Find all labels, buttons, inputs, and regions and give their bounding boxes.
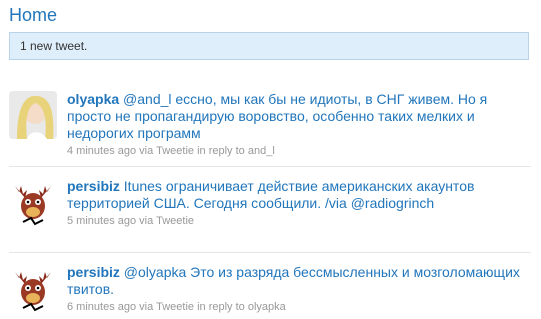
tweet-mention[interactable]: @radiogrinch: [351, 195, 434, 211]
tweet-timestamp[interactable]: 5 minutes ago: [67, 215, 136, 227]
tweet-username[interactable]: persibiz: [67, 178, 120, 194]
avatar[interactable]: [9, 178, 57, 226]
tweet-item: olyapka @and_l ессно, мы как бы не идиот…: [9, 91, 531, 167]
tweet-timestamp[interactable]: 4 minutes ago: [67, 145, 136, 157]
tweet-source[interactable]: Tweetie: [156, 145, 194, 157]
tweet-item: persibiz Itunes ограничивает действие ам…: [9, 178, 531, 253]
tweet-mention[interactable]: @olyapka: [124, 264, 186, 280]
tweet-username[interactable]: olyapka: [67, 91, 119, 107]
tweet-source[interactable]: Tweetie: [156, 215, 194, 227]
tweet-meta: 4 minutes ago via Tweetie in reply to an…: [67, 144, 531, 158]
via-label: via: [139, 301, 154, 313]
tweet-source[interactable]: Tweetie: [156, 301, 194, 313]
new-tweets-notice[interactable]: 1 new tweet.: [9, 32, 529, 60]
reply-label: in reply to: [197, 145, 245, 157]
tweet-body: persibiz Itunes ограничивает действие ам…: [67, 178, 531, 228]
tweet-meta: 5 minutes ago via Tweetie: [67, 214, 531, 228]
page-title: Home: [9, 5, 58, 25]
tweet-meta: 6 minutes ago via Tweetie in reply to ol…: [67, 300, 531, 314]
via-label: via: [139, 215, 154, 227]
tweet-reply-to[interactable]: olyapka: [248, 301, 286, 313]
tweet-username[interactable]: persibiz: [67, 264, 120, 280]
avatar[interactable]: [9, 91, 57, 139]
tweet-body: persibiz @olyapka Это из разряда бессмыс…: [67, 264, 531, 314]
reply-label: in reply to: [197, 301, 245, 313]
tweet-reply-to[interactable]: and_l: [248, 145, 275, 157]
tweet-item: persibiz @olyapka Это из разряда бессмыс…: [9, 264, 531, 319]
via-label: via: [139, 145, 154, 157]
avatar[interactable]: [9, 264, 57, 312]
tweet-body: olyapka @and_l ессно, мы как бы не идиот…: [67, 91, 531, 158]
tweet-mention[interactable]: @and_l: [123, 91, 171, 107]
tweet-timestamp[interactable]: 6 minutes ago: [67, 301, 136, 313]
